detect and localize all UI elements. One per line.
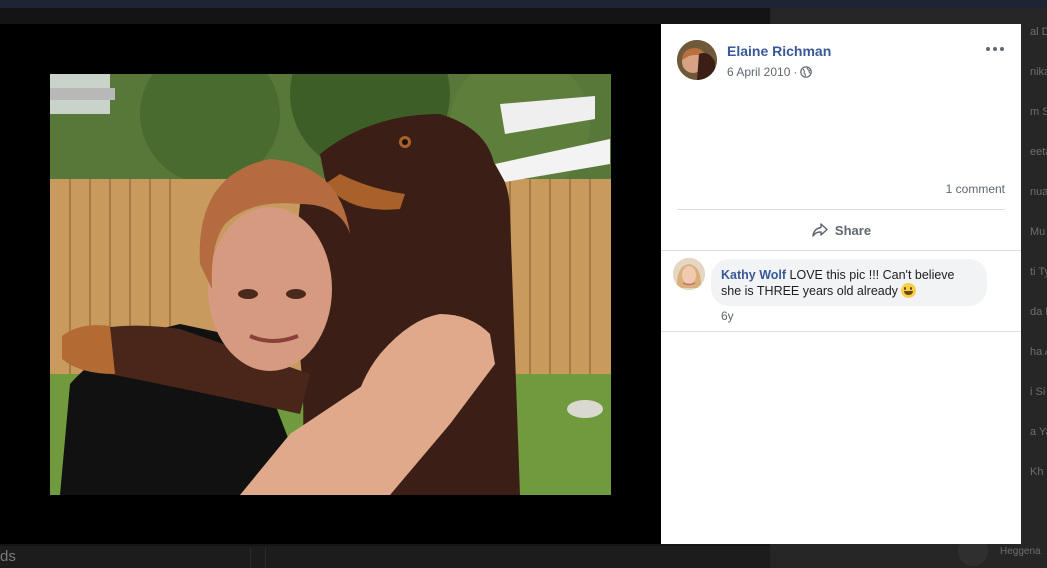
background-divider (250, 548, 251, 568)
meta-separator: · (793, 65, 798, 79)
comment-text-line1: LOVE this pic !!! Can't believe (789, 268, 955, 282)
background-bottom-line: Heggena (1000, 546, 1041, 557)
background-chat-item: i Si (1030, 386, 1046, 398)
divider (677, 209, 1005, 210)
more-dot (993, 47, 997, 51)
background-chat-item: Kh (1030, 466, 1044, 478)
background-chat-item: ha A (1030, 346, 1047, 358)
background-chat-item: nua E (1030, 186, 1047, 198)
divider (661, 331, 1021, 332)
commenter-avatar-image (673, 258, 705, 290)
more-dot (986, 47, 990, 51)
globe-icon (800, 66, 813, 78)
background-chat-item: da K (1030, 306, 1047, 318)
top-navigation-bar (0, 0, 1047, 8)
post-details-panel: Elaine Richman 6 April 2010 · 1 comment … (661, 24, 1021, 544)
share-icon (812, 223, 828, 237)
comment-text-line2: she is THREE years old already (721, 284, 898, 298)
share-label: Share (834, 222, 872, 238)
background-chat-item: eeta (1030, 146, 1047, 158)
laughing-emoji-icon (901, 283, 917, 298)
background-divider (265, 548, 266, 568)
post-meta: 6 April 2010 · (727, 65, 813, 79)
background-chat-item: a Ya (1030, 426, 1047, 438)
post-date[interactable]: 6 April 2010 (727, 65, 790, 79)
background-chat-item: al D (1030, 26, 1047, 38)
background-left-text: ds (0, 548, 16, 565)
post-author-name[interactable]: Elaine Richman (727, 43, 831, 59)
background-chat-item: Mu (1030, 226, 1046, 238)
post-photo[interactable] (50, 74, 611, 495)
comment-author-name[interactable]: Kathy Wolf (721, 268, 786, 282)
author-avatar[interactable] (677, 40, 717, 80)
share-button[interactable]: Share (677, 214, 1005, 246)
background-chat-item: nika (1030, 66, 1047, 78)
more-dot (1000, 47, 1004, 51)
photo-viewer[interactable] (0, 24, 661, 544)
author-avatar-image (677, 40, 717, 80)
background-chat-item: m S (1030, 106, 1047, 118)
commenter-avatar[interactable] (673, 258, 705, 290)
photo-theater-page: al D nika m S eeta nua E Mu ti Ty da K h… (0, 0, 1047, 568)
comment-bubble: Kathy Wolf LOVE this pic !!! Can't belie… (711, 259, 987, 306)
divider (661, 250, 1021, 251)
background-bottom-bar (0, 546, 770, 568)
more-options-icon[interactable] (983, 42, 1007, 56)
comment-timestamp[interactable]: 6y (721, 309, 734, 323)
background-chat-item: ti Ty (1030, 266, 1047, 278)
comment-count-link[interactable]: 1 comment (946, 182, 1005, 196)
photo-illustration (50, 74, 611, 495)
